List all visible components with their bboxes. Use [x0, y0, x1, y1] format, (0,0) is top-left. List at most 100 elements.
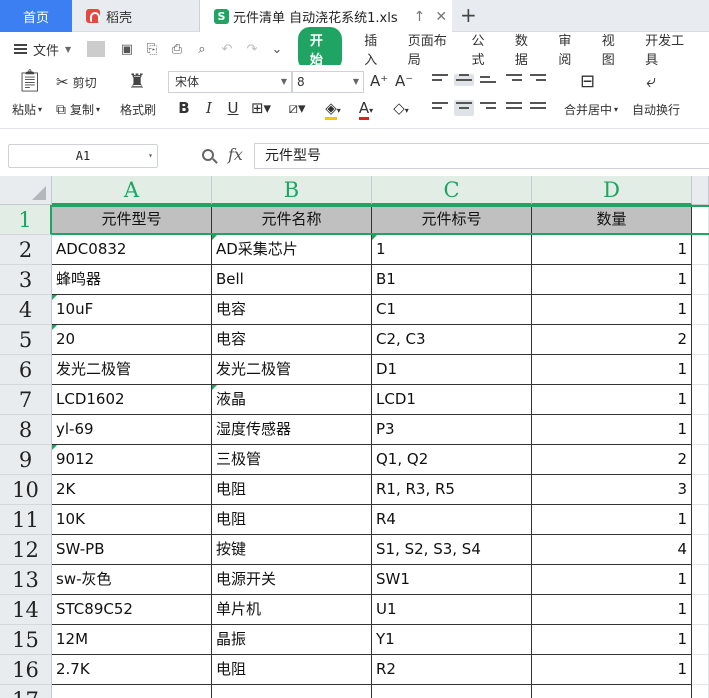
table-cell[interactable]: S1, S2, S3, S4 [372, 535, 532, 565]
spreadsheet-grid[interactable]: ABCD1234567891011121314151617元件型号元件名称元件标… [0, 176, 709, 698]
header-cell[interactable]: 数量 [532, 205, 692, 235]
empty-cell[interactable] [692, 265, 709, 295]
table-cell[interactable]: 1 [532, 415, 692, 445]
table-cell[interactable]: Bell [212, 265, 372, 295]
table-cell[interactable]: SW1 [372, 565, 532, 595]
table-cell[interactable]: 电容 [212, 295, 372, 325]
table-cell[interactable]: 电阻 [212, 505, 372, 535]
row-header-9[interactable]: 9 [0, 445, 52, 475]
align-right-icon[interactable] [480, 102, 496, 114]
row-header-12[interactable]: 12 [0, 535, 52, 565]
table-cell[interactable]: sw-灰色 [52, 565, 212, 595]
row-header-2[interactable]: 2 [0, 235, 52, 265]
cut-button[interactable]: ✂ 剪切 [56, 73, 97, 91]
table-cell[interactable]: 湿度传感器 [212, 415, 372, 445]
empty-cell[interactable] [692, 445, 709, 475]
file-menu[interactable]: 文件 ▼ [0, 40, 81, 59]
indent-decrease-icon[interactable] [506, 74, 522, 86]
empty-cell[interactable] [692, 415, 709, 445]
table-cell[interactable]: 1 [532, 595, 692, 625]
table-cell[interactable]: 1 [532, 265, 692, 295]
table-cell[interactable]: 1 [532, 625, 692, 655]
table-cell[interactable]: 2 [532, 445, 692, 475]
tab-developer[interactable]: 开发工具 [645, 30, 686, 68]
table-cell[interactable]: R1, R3, R5 [372, 475, 532, 505]
print-preview-icon[interactable]: ⌕ [193, 42, 211, 57]
table-cell[interactable]: ADC0832 [52, 235, 212, 265]
table-cell[interactable]: LCD1 [372, 385, 532, 415]
table-cell[interactable]: P3 [372, 415, 532, 445]
row-header-16[interactable]: 16 [0, 655, 52, 685]
column-header-b[interactable]: B [212, 176, 372, 205]
table-cell[interactable]: AD采集芯片 [212, 235, 372, 265]
tab-daoke[interactable]: 稻壳 [72, 0, 200, 32]
paste-button[interactable]: 📋︎ [16, 69, 44, 94]
tab-page-layout[interactable]: 页面布局 [408, 30, 449, 68]
table-cell[interactable]: yl-69 [52, 415, 212, 445]
table-cell[interactable]: 单片机 [212, 595, 372, 625]
table-cell[interactable]: Q1, Q2 [372, 445, 532, 475]
merge-center-label-group[interactable]: 合并居中 ▾ [564, 101, 618, 118]
table-cell[interactable]: 电阻 [212, 475, 372, 505]
empty-cell[interactable] [692, 685, 709, 698]
table-cell[interactable]: 三极管 [212, 445, 372, 475]
tab-home[interactable]: 首页 [0, 0, 72, 32]
wrap-text-button[interactable]: ⤶ [646, 71, 656, 92]
row-header-13[interactable]: 13 [0, 565, 52, 595]
empty-cell[interactable] [372, 685, 532, 698]
table-cell[interactable]: 1 [532, 565, 692, 595]
clear-format-button[interactable]: ◇▾ [386, 97, 416, 119]
table-cell[interactable]: 1 [532, 655, 692, 685]
table-cell[interactable]: 10uF [52, 295, 212, 325]
table-cell[interactable]: 2.7K [52, 655, 212, 685]
distributed-icon[interactable] [530, 102, 546, 114]
table-cell[interactable]: 1 [532, 295, 692, 325]
table-cell[interactable]: 3 [532, 475, 692, 505]
font-size-select[interactable]: 8 ▼ [292, 71, 364, 93]
empty-cell[interactable] [692, 295, 709, 325]
select-all-corner[interactable] [0, 176, 52, 205]
row-header-17[interactable]: 17 [0, 685, 52, 698]
table-cell[interactable]: LCD1602 [52, 385, 212, 415]
table-cell[interactable]: 电源开关 [212, 565, 372, 595]
table-cell[interactable]: U1 [372, 595, 532, 625]
empty-cell[interactable] [692, 235, 709, 265]
column-header-c[interactable]: C [372, 176, 532, 205]
copy-button[interactable]: ⧉ 复制 ▾ [56, 101, 100, 118]
table-cell[interactable]: 发光二极管 [212, 355, 372, 385]
fill-color-button[interactable]: ◈▾ [318, 97, 348, 120]
formula-input[interactable]: 元件型号 [254, 143, 709, 169]
empty-cell[interactable] [692, 205, 709, 235]
table-cell[interactable]: 晶振 [212, 625, 372, 655]
font-name-select[interactable]: 宋体 ▼ [168, 71, 292, 93]
align-top-icon[interactable] [432, 74, 448, 86]
empty-cell[interactable] [532, 685, 692, 698]
table-cell[interactable]: STC89C52 [52, 595, 212, 625]
table-cell[interactable]: 2 [532, 325, 692, 355]
table-cell[interactable]: 电阻 [212, 655, 372, 685]
table-cell[interactable]: B1 [372, 265, 532, 295]
column-header-e[interactable] [692, 176, 709, 205]
empty-cell[interactable] [692, 475, 709, 505]
table-cell[interactable]: C1 [372, 295, 532, 325]
customize-icon[interactable]: ⌄ [268, 42, 286, 57]
row-header-14[interactable]: 14 [0, 595, 52, 625]
table-cell[interactable]: 20 [52, 325, 212, 355]
tab-formulas[interactable]: 公式 [472, 30, 492, 68]
row-header-10[interactable]: 10 [0, 475, 52, 505]
empty-cell[interactable] [692, 505, 709, 535]
table-cell[interactable]: 10K [52, 505, 212, 535]
table-cell[interactable]: 蜂鸣器 [52, 265, 212, 295]
border-button[interactable]: ⊞▾ [248, 97, 274, 119]
row-header-4[interactable]: 4 [0, 295, 52, 325]
header-cell[interactable]: 元件型号 [52, 205, 212, 235]
table-cell[interactable]: 1 [532, 355, 692, 385]
table-cell[interactable]: R2 [372, 655, 532, 685]
italic-button[interactable]: I [200, 97, 218, 119]
empty-cell[interactable] [692, 385, 709, 415]
increase-font-button[interactable]: A⁺ [370, 72, 388, 90]
table-cell[interactable]: D1 [372, 355, 532, 385]
row-header-3[interactable]: 3 [0, 265, 52, 295]
table-cell[interactable]: R4 [372, 505, 532, 535]
table-cell[interactable]: 2K [52, 475, 212, 505]
